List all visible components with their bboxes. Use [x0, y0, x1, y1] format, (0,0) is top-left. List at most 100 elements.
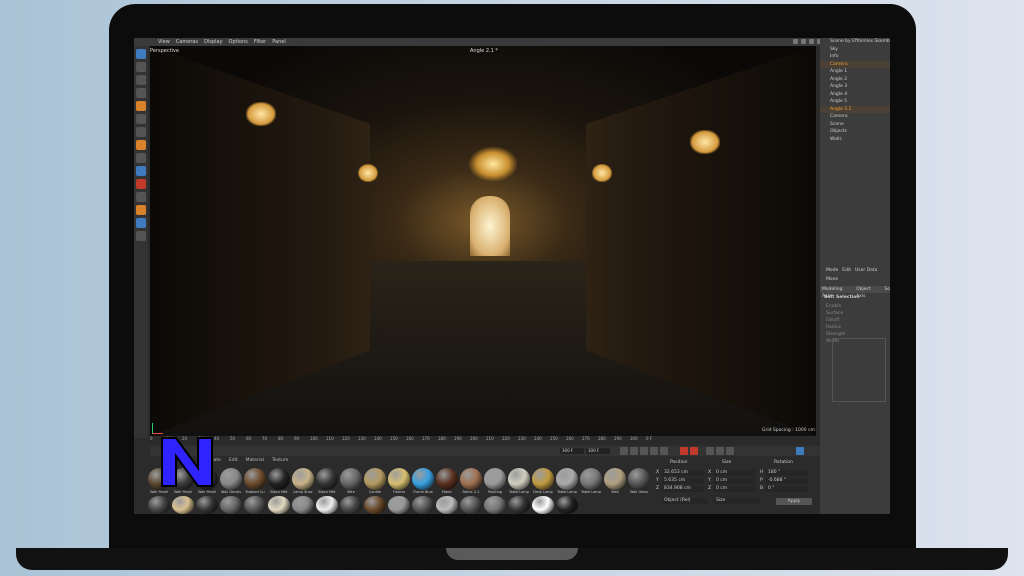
axis-tool-icon[interactable]	[136, 140, 146, 150]
material-swatch[interactable]	[628, 468, 650, 490]
current-frame-field[interactable]: 300 F	[560, 448, 584, 454]
rotation-h-field[interactable]: 180 °	[766, 470, 808, 476]
menu-texture[interactable]: Texture	[272, 458, 288, 466]
object-list-item[interactable]: Angle 2.1	[820, 105, 890, 113]
material-swatch[interactable]	[292, 468, 314, 490]
size-x-field[interactable]: 0 cm	[714, 470, 756, 476]
material-swatch[interactable]	[436, 468, 458, 490]
material-swatch[interactable]	[508, 468, 530, 490]
rotation-b-field[interactable]: 0 °	[766, 486, 808, 492]
object-list-item[interactable]: Angle 3	[820, 83, 890, 91]
sphere-tool-icon[interactable]	[136, 75, 146, 85]
menu-options[interactable]: Options	[229, 39, 248, 45]
material-swatch[interactable]	[220, 468, 242, 490]
tab-user-data[interactable]: User Data	[855, 267, 877, 274]
object-list-item[interactable]: Angle 4	[820, 91, 890, 99]
material-swatch[interactable]	[460, 496, 482, 514]
material-swatch[interactable]	[532, 496, 554, 514]
material-swatch[interactable]	[268, 468, 290, 490]
knife-tool-icon[interactable]	[136, 127, 146, 137]
paint-tool-icon[interactable]	[136, 205, 146, 215]
material-swatch[interactable]	[148, 496, 170, 514]
object-list-item[interactable]: Walls	[820, 136, 890, 144]
material-swatch[interactable]	[484, 468, 506, 490]
object-list-item[interactable]: Sky	[820, 46, 890, 54]
material-swatch[interactable]	[172, 496, 194, 514]
key-scale-icon[interactable]	[726, 447, 734, 455]
material-swatch[interactable]	[388, 496, 410, 514]
goto-start-icon[interactable]	[620, 447, 628, 455]
menu-filter[interactable]: Filter	[254, 39, 266, 45]
material-swatch[interactable]	[484, 496, 506, 514]
material-swatch[interactable]	[364, 468, 386, 490]
prev-frame-icon[interactable]	[630, 447, 638, 455]
tab-edit[interactable]: Edit	[842, 267, 851, 274]
material-swatch[interactable]	[268, 496, 290, 514]
autokey-icon[interactable]	[690, 447, 698, 455]
workplane-icon[interactable]	[136, 153, 146, 163]
material-swatch[interactable]	[292, 496, 314, 514]
material-swatch[interactable]	[244, 468, 266, 490]
object-list-item[interactable]: Info	[820, 53, 890, 61]
key-rot-icon[interactable]	[716, 447, 724, 455]
apply-button[interactable]: Apply	[776, 498, 812, 505]
snap-icon[interactable]	[136, 166, 146, 176]
tab-mode[interactable]: Mode	[826, 267, 838, 274]
zoom-view-icon[interactable]	[801, 39, 806, 44]
prop-surface[interactable]: Surface	[826, 310, 845, 317]
size-z-field[interactable]: 0 cm	[714, 486, 756, 492]
material-swatch[interactable]	[220, 496, 242, 514]
prop-falloff[interactable]: Falloff	[826, 317, 845, 324]
material-swatch[interactable]	[604, 468, 626, 490]
position-y-field[interactable]: 5.635 cm	[662, 478, 704, 484]
material-swatch[interactable]	[508, 496, 530, 514]
rotate-view-icon[interactable]	[809, 39, 814, 44]
timeline-ruler[interactable]: 0102030405060708090100110120130140150160…	[150, 436, 820, 444]
size-mode-dropdown[interactable]: Size	[714, 498, 760, 504]
prop-enable[interactable]: Enable	[826, 303, 845, 310]
object-list-item[interactable]: Angle 1	[820, 68, 890, 76]
object-list-item[interactable]: Objects	[820, 128, 890, 136]
material-swatch[interactable]	[412, 468, 434, 490]
menu-cameras[interactable]: Cameras	[176, 39, 198, 45]
tab-object-axis[interactable]: Object Axis	[856, 286, 881, 299]
record-icon[interactable]	[680, 447, 688, 455]
material-swatch[interactable]	[580, 468, 602, 490]
timeline-icon[interactable]	[796, 447, 804, 455]
end-frame-field[interactable]: 300 F	[586, 448, 610, 454]
prop-strength[interactable]: Strength	[826, 331, 845, 338]
material-swatch[interactable]	[244, 496, 266, 514]
tab-modeling-axis[interactable]: Modeling Axis	[822, 286, 853, 299]
rotation-p-field[interactable]: -0.688 °	[766, 478, 808, 484]
material-swatch[interactable]	[316, 496, 338, 514]
material-swatch[interactable]	[532, 468, 554, 490]
position-x-field[interactable]: 32.653 cm	[662, 470, 704, 476]
material-swatch[interactable]	[556, 468, 578, 490]
key-pos-icon[interactable]	[706, 447, 714, 455]
material-swatch[interactable]	[556, 496, 578, 514]
object-list-item[interactable]: Camera	[820, 113, 890, 121]
tab-soft-selection[interactable]: So	[884, 286, 890, 293]
goto-end-icon[interactable]	[660, 447, 668, 455]
prop-radius[interactable]: Radius	[826, 324, 845, 331]
menu-display[interactable]: Display	[204, 39, 222, 45]
object-list-item[interactable]: Camera	[820, 60, 890, 68]
position-z-field[interactable]: 834.908 cm	[662, 486, 704, 492]
uv-tool-icon[interactable]	[136, 218, 146, 228]
material-swatch[interactable]	[460, 468, 482, 490]
size-y-field[interactable]: 0 cm	[714, 478, 756, 484]
menu-view[interactable]: View	[158, 39, 170, 45]
perspective-viewport[interactable]	[150, 46, 816, 436]
coordinate-mode-dropdown[interactable]: Object (Rel)	[662, 498, 708, 504]
menu-panel[interactable]: Panel	[272, 39, 286, 45]
material-swatch[interactable]	[196, 496, 218, 514]
material-swatch[interactable]	[412, 496, 434, 514]
material-swatch[interactable]	[340, 468, 362, 490]
material-swatch[interactable]	[436, 496, 458, 514]
object-list-item[interactable]: Angle 2	[820, 76, 890, 84]
material-swatch[interactable]	[340, 496, 362, 514]
object-list-item[interactable]: Scene by Efthimios Skemberis	[820, 38, 890, 46]
material-swatch[interactable]	[364, 496, 386, 514]
next-frame-icon[interactable]	[650, 447, 658, 455]
cylinder-tool-icon[interactable]	[136, 88, 146, 98]
